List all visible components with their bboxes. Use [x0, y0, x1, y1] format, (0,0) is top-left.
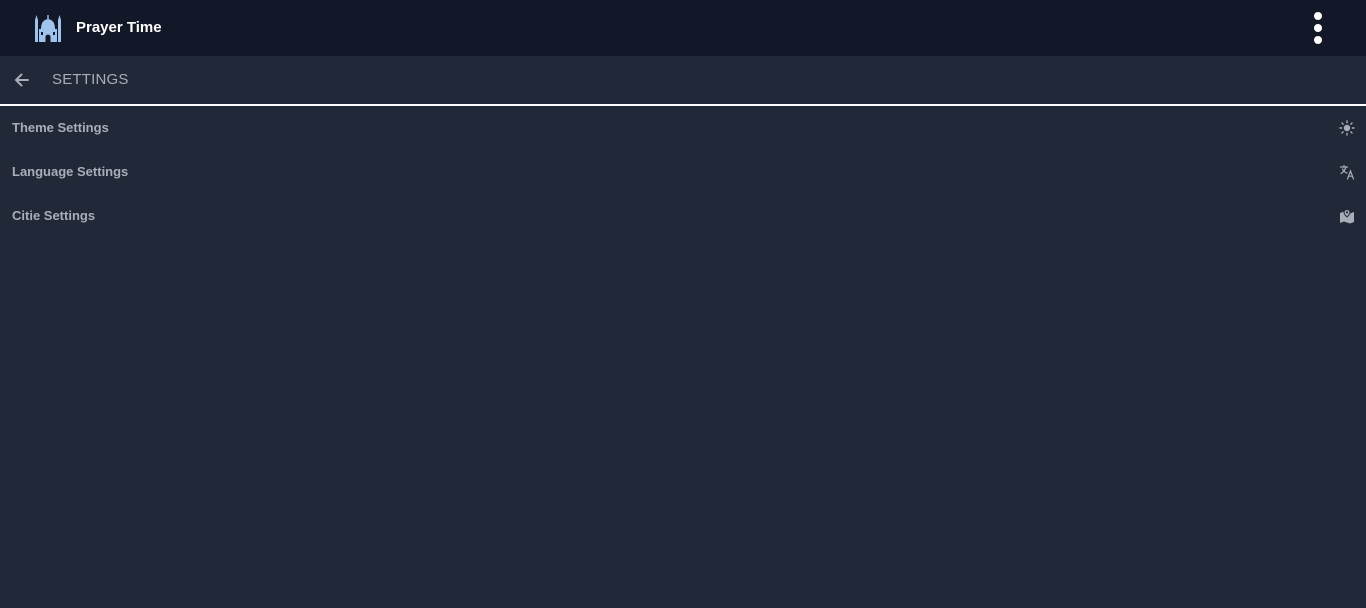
settings-list: Theme Settings Language Settings Citie S… [0, 106, 1366, 238]
settings-item-theme[interactable]: Theme Settings [0, 106, 1366, 150]
translate-icon [1339, 164, 1355, 180]
sun-icon [1339, 120, 1355, 136]
settings-item-cities[interactable]: Citie Settings [0, 194, 1366, 238]
map-pin-icon [1340, 208, 1354, 224]
more-options-button[interactable] [1306, 10, 1330, 46]
more-vertical-icon [1314, 12, 1322, 20]
settings-header: SETTINGS [0, 56, 1366, 106]
menu-dot [1314, 24, 1322, 32]
arrow-left-icon[interactable] [12, 70, 32, 90]
settings-item-label: Theme Settings [12, 120, 109, 135]
settings-item-language[interactable]: Language Settings [0, 150, 1366, 194]
settings-item-label: Citie Settings [12, 208, 96, 223]
app-title: Prayer Time [76, 19, 162, 36]
menu-dot [1314, 36, 1322, 44]
settings-item-label: Language Settings [12, 164, 129, 179]
mosque-icon [35, 15, 61, 42]
top-app-bar: Prayer Time [0, 0, 1366, 56]
page-title: SETTINGS [52, 71, 129, 88]
